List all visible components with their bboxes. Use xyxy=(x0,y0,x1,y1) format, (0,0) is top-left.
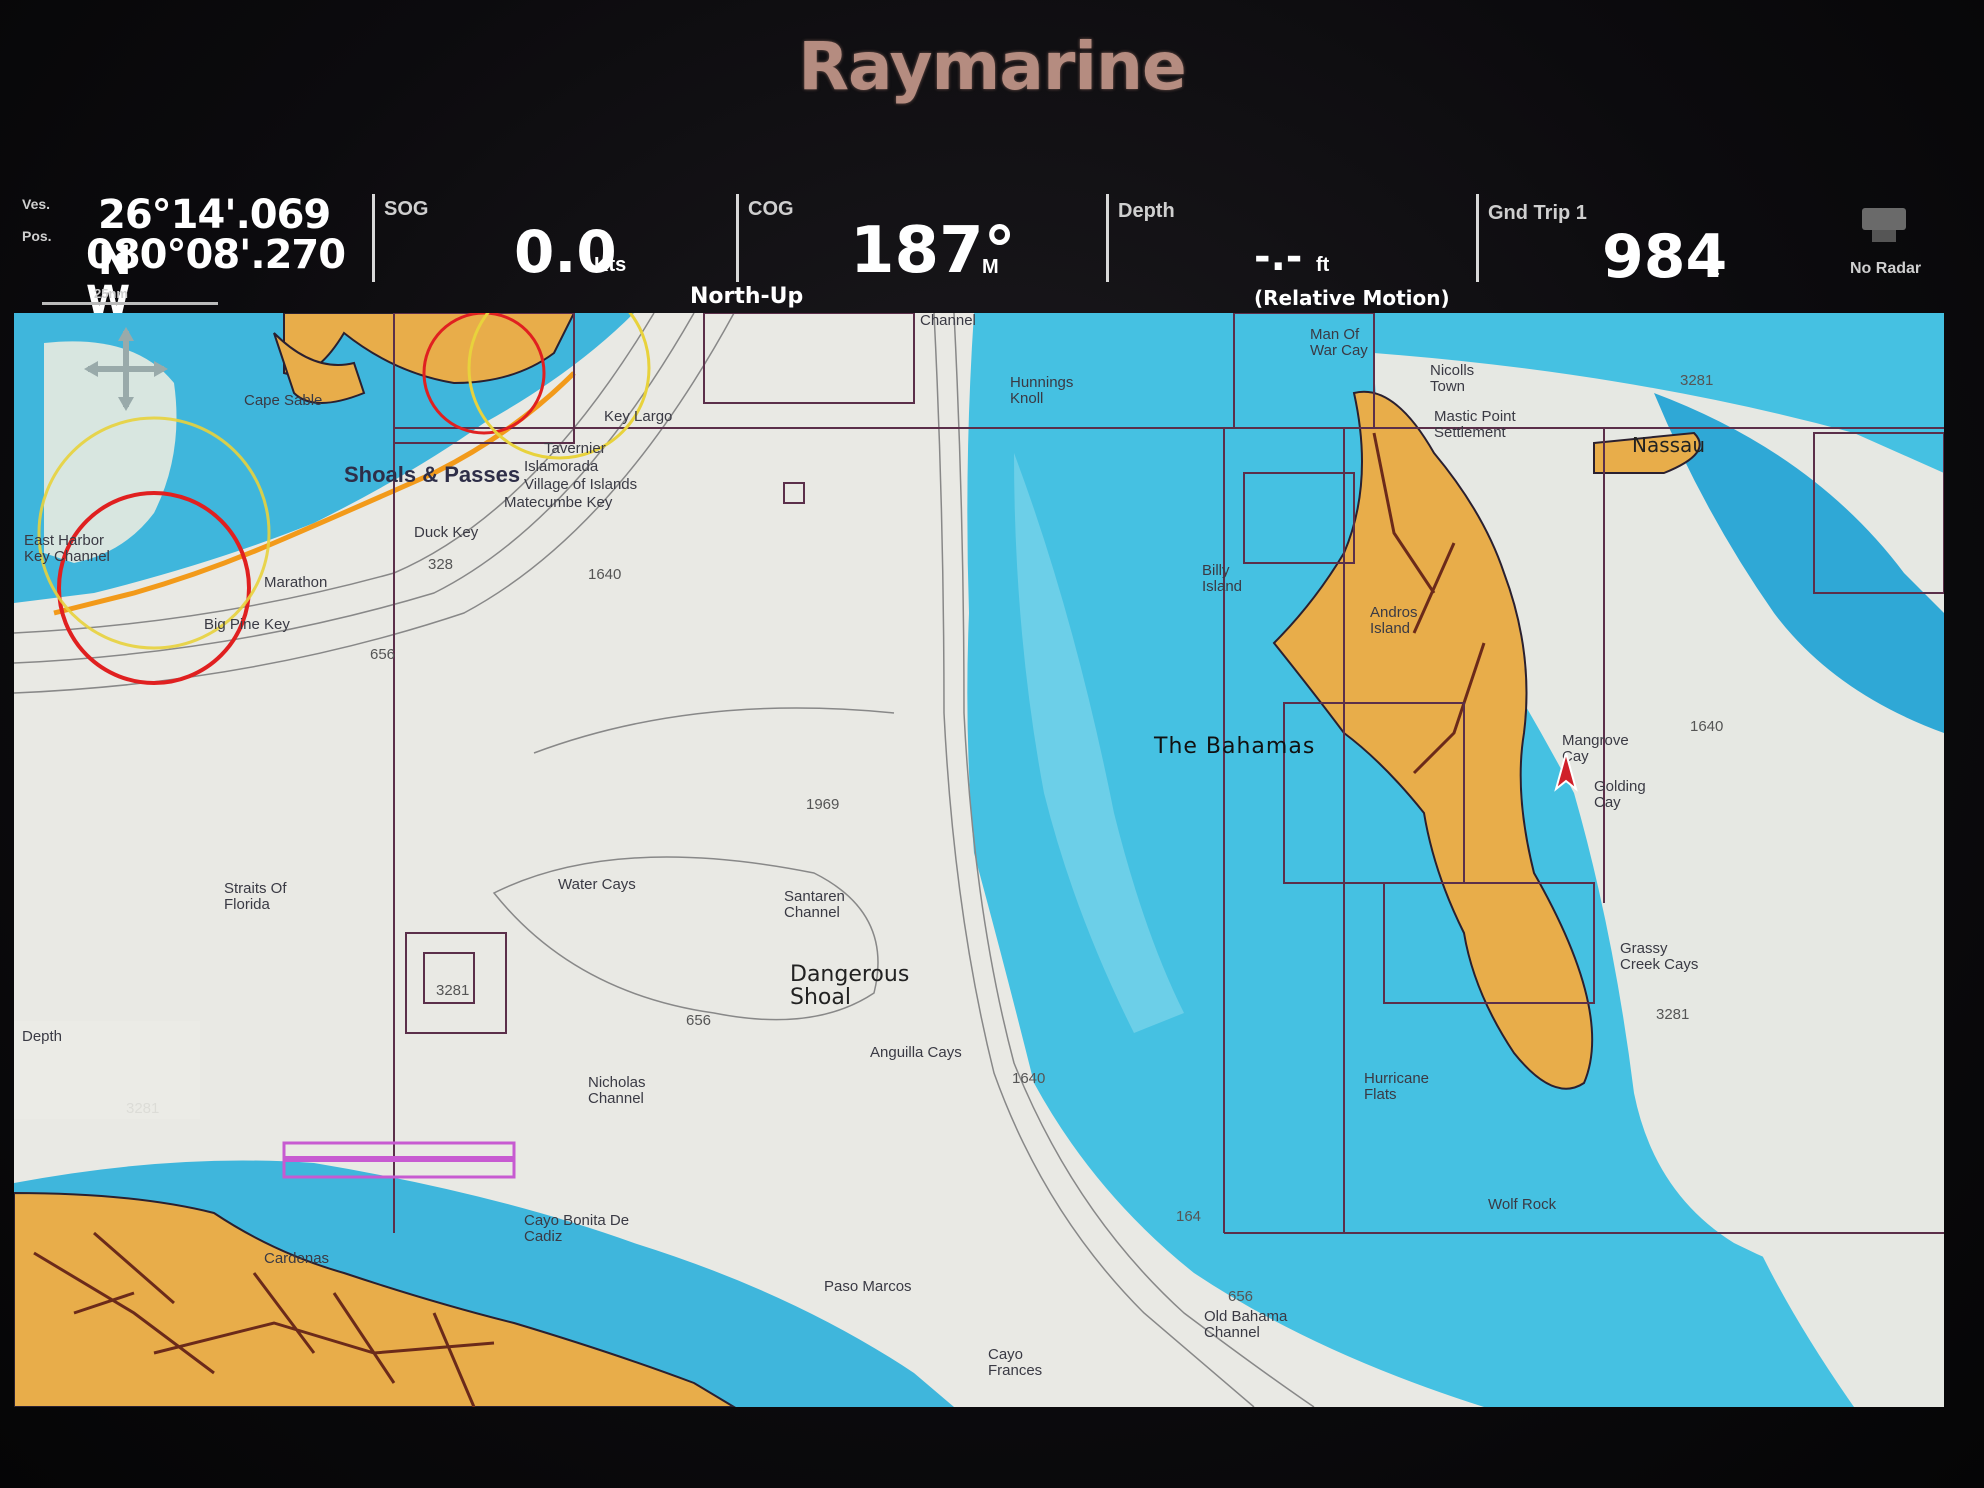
label-straits: Straits Of Florida xyxy=(224,880,287,913)
label-nicolls: Nicolls Town xyxy=(1430,362,1475,395)
label-golding: Golding Cay xyxy=(1594,778,1646,811)
label-bahamas: The Bahamas xyxy=(1154,734,1316,759)
pan-cross-icon[interactable] xyxy=(84,327,168,411)
label-nassau: Nassau xyxy=(1632,433,1705,457)
label-channel-top: Channel xyxy=(920,313,976,329)
sounding: 3281 xyxy=(1680,372,1714,389)
radar-icon xyxy=(1862,208,1906,230)
radar-status[interactable]: No Radar xyxy=(1824,190,1944,290)
position-caption-top: Ves. xyxy=(22,196,51,212)
label-east-harbor: East Harbor Key Channel xyxy=(24,532,110,565)
label-marathon: Marathon xyxy=(264,574,328,591)
label-cape-sable: Cape Sable xyxy=(244,392,323,409)
depth-contour xyxy=(533,707,895,754)
depth-value: -.- xyxy=(1254,234,1303,280)
sounding: 1640 xyxy=(1690,718,1724,735)
label-grassy-creek: Grassy Creek Cays xyxy=(1620,940,1699,973)
label-matecumbe: Matecumbe Key xyxy=(504,494,613,511)
longitude-readout: 080°08'.270 W xyxy=(86,232,346,324)
label-mastic: Mastic Point Settlement xyxy=(1434,408,1516,441)
cog-unit: M xyxy=(982,256,999,278)
label-cayo-bonita: Cayo Bonita De Cadiz xyxy=(524,1212,630,1245)
trip-unit: ft xyxy=(1706,258,1720,280)
trip-caption: Gnd Trip 1 xyxy=(1488,202,1587,224)
label-hurricane: Hurricane Flats xyxy=(1364,1070,1430,1103)
separator xyxy=(736,194,739,282)
position-caption-bottom: Pos. xyxy=(22,228,52,244)
sounding: 1969 xyxy=(806,796,840,813)
trip-value: 984 xyxy=(1602,222,1728,292)
nautical-chart[interactable]: Shoals & Passes Cape Sable Key Largo Tav… xyxy=(14,313,1944,1407)
label-big-pine: Big Pine Key xyxy=(204,616,290,633)
sog-cell[interactable]: SOG 0.0 Kts xyxy=(378,190,738,290)
sounding: 3281 xyxy=(1656,1006,1690,1023)
label-andros: Andros Island xyxy=(1370,604,1418,637)
label-santaren: Santaren Channel xyxy=(784,888,845,921)
label-dangerous-shoal: Dangerous Shoal xyxy=(790,962,910,1011)
scale-bar xyxy=(42,302,218,305)
label-hunnings: Hunnings Knoll xyxy=(1010,374,1074,407)
label-shoals: Shoals & Passes xyxy=(344,462,521,487)
vessel-icon[interactable] xyxy=(1554,753,1578,793)
sounding: 1640 xyxy=(1012,1070,1046,1087)
separator xyxy=(1476,194,1479,282)
sounding: 656 xyxy=(686,1012,712,1029)
cog-caption: COG xyxy=(748,198,794,220)
label-village-islands: Village of Islands xyxy=(524,476,638,493)
label-key-largo: Key Largo xyxy=(604,408,673,425)
trip-cell[interactable]: Gnd Trip 1 984 ft xyxy=(1482,190,1822,292)
sounding: 3281 xyxy=(436,982,470,999)
radar-status-text: No Radar xyxy=(1850,260,1922,277)
label-cardenas: Cardenas xyxy=(264,1250,330,1267)
label-man-o-war: Man Of War Cay xyxy=(1310,326,1368,359)
motion-mode[interactable]: (Relative Motion) xyxy=(1254,286,1450,310)
label-old-bahama: Old Bahama Channel xyxy=(1204,1308,1288,1341)
position-cell[interactable]: Ves. Pos. 26°14'.069 N 080°08'.270 W 25n… xyxy=(14,190,374,324)
label-cayo-frances: Cayo Frances xyxy=(988,1346,1043,1379)
depth-cell[interactable]: Depth -.- ft xyxy=(1112,190,1482,290)
cog-cell[interactable]: COG 187° M xyxy=(742,190,1102,290)
data-bar: Ves. Pos. 26°14'.069 N 080°08'.270 W 25n… xyxy=(14,190,1944,324)
sog-unit: Kts xyxy=(594,254,627,276)
sog-caption: SOG xyxy=(384,198,429,220)
depth-panel-title: Depth xyxy=(22,1028,63,1045)
depth-unit: ft xyxy=(1316,254,1330,276)
label-anguilla: Anguilla Cays xyxy=(870,1044,962,1061)
separator xyxy=(1106,194,1109,282)
sounding: 656 xyxy=(1228,1288,1254,1305)
radar-icon-base xyxy=(1872,230,1896,242)
label-billy: Billy Island xyxy=(1202,562,1243,595)
label-water-cays: Water Cays xyxy=(558,876,636,893)
sounding: 164 xyxy=(1176,1208,1202,1225)
label-paso-marcos: Paso Marcos xyxy=(824,1278,912,1295)
sounding: 656 xyxy=(370,646,396,663)
sounding: 328 xyxy=(428,556,454,573)
label-nicholas: Nicholas Channel xyxy=(588,1074,646,1107)
separator xyxy=(372,194,375,282)
scale-label: 25nm xyxy=(94,286,128,301)
brand-logo: Raymarine xyxy=(798,28,1187,105)
depth-caption: Depth xyxy=(1118,200,1175,222)
orientation-mode[interactable]: North-Up xyxy=(690,284,803,309)
label-duck-key: Duck Key xyxy=(414,524,479,541)
label-tavernier: Tavernier xyxy=(544,440,606,457)
sounding: 1640 xyxy=(588,566,622,583)
chart-canvas xyxy=(14,313,1944,1407)
label-islamorada: Islamorada xyxy=(524,458,599,475)
label-wolf-rock: Wolf Rock xyxy=(1488,1196,1557,1213)
